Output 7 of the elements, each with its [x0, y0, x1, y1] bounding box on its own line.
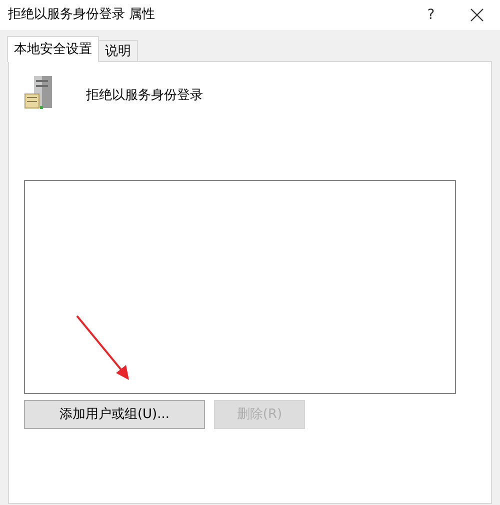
policy-name: 拒绝以服务身份登录	[86, 87, 203, 105]
add-button[interactable]: 添加用户或组(U)...	[24, 400, 205, 429]
tab[interactable]: 本地安全设置	[7, 36, 99, 62]
close-icon[interactable]	[470, 8, 484, 22]
help-button[interactable]: ?	[408, 4, 454, 26]
tab[interactable]: 说明	[98, 40, 138, 62]
window-title: 拒绝以服务身份登录 属性	[8, 6, 156, 24]
